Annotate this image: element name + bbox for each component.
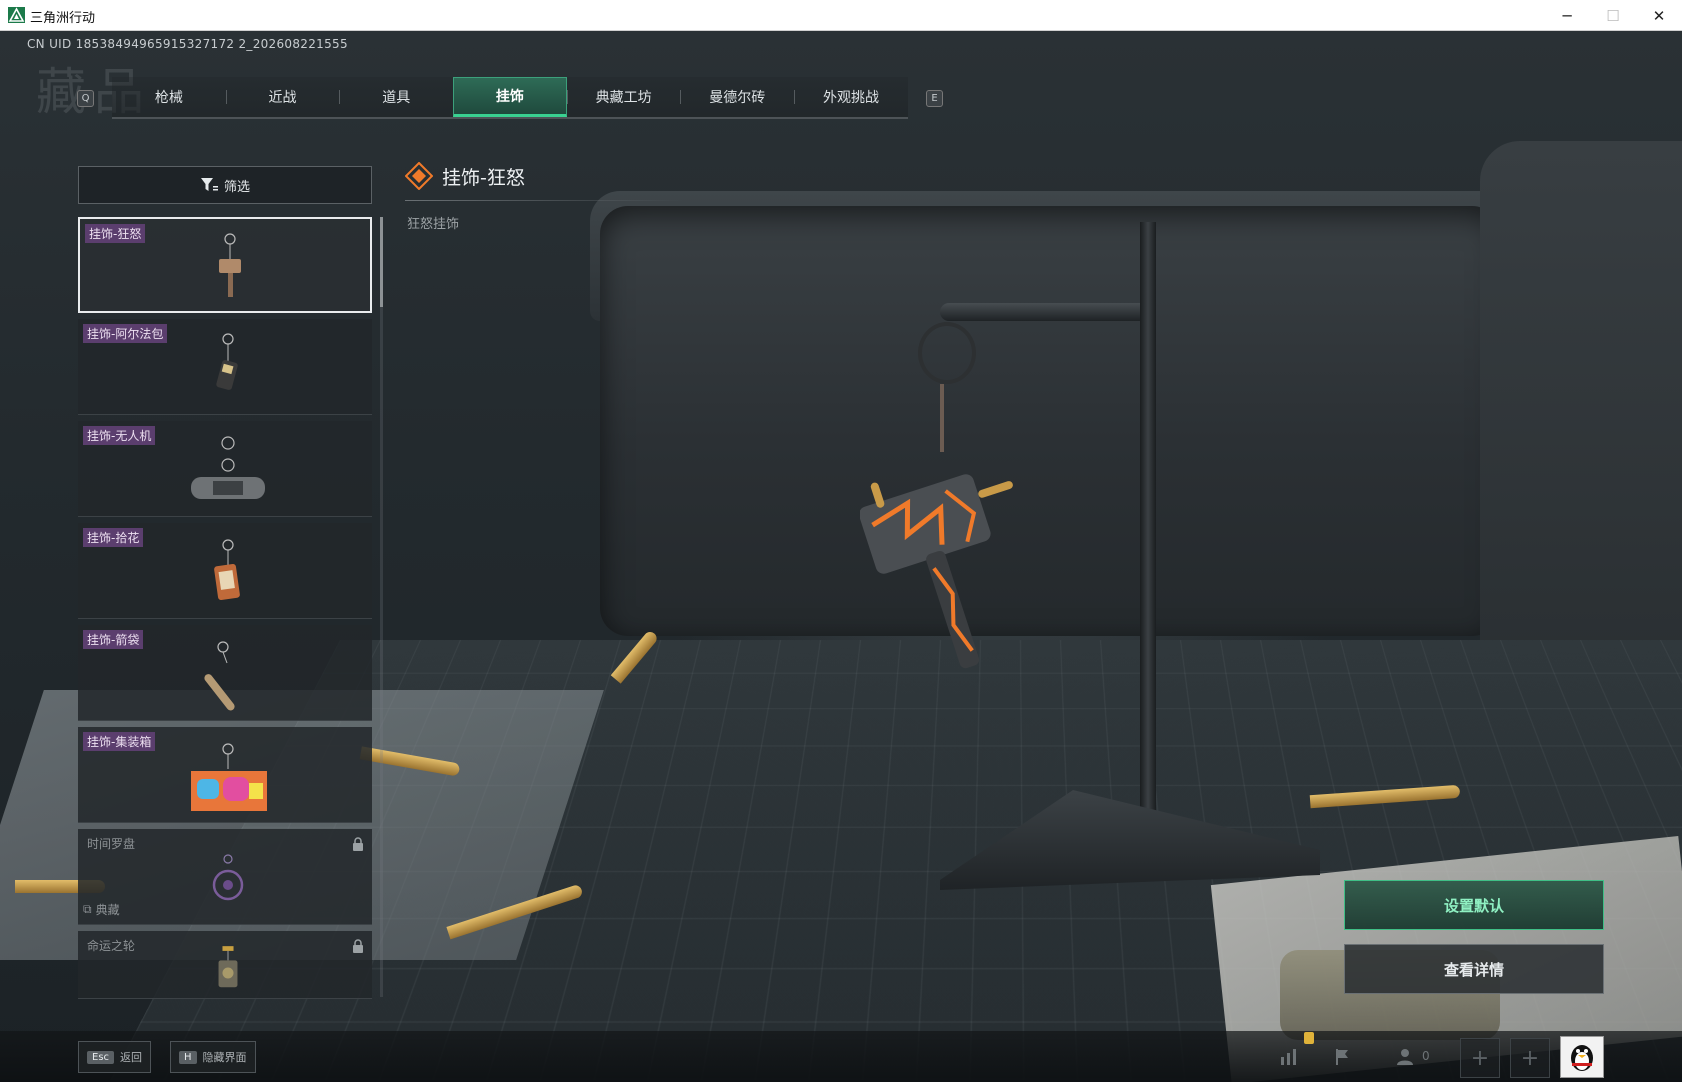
tab-collection-workshop[interactable]: 典藏工坊 <box>566 77 681 117</box>
item-label: 挂饰-阿尔法包 <box>83 324 168 343</box>
penguin-avatar-icon <box>1571 1045 1593 1071</box>
tab-melee[interactable]: 近战 <box>225 77 340 117</box>
prev-tab-key-hint[interactable]: Q <box>77 90 94 107</box>
detail-divider <box>405 200 683 201</box>
list-item[interactable]: 挂饰-箭袋 <box>78 625 372 721</box>
list-item[interactable]: 挂饰-阿尔法包 <box>78 319 372 415</box>
back-label: 返回 <box>120 1051 143 1064</box>
friends-icon[interactable] <box>1388 1040 1422 1074</box>
next-tab-key-hint[interactable]: E <box>926 90 943 107</box>
filter-icon <box>200 178 218 191</box>
list-item[interactable]: 时间罗盘 ⧉ 典藏 <box>78 829 372 925</box>
friends-count: 0 <box>1422 1049 1430 1063</box>
add-party-slot-button[interactable]: + <box>1510 1038 1550 1078</box>
rage-hammer-charm[interactable] <box>860 455 1030 685</box>
item-label: 挂饰-集装箱 <box>83 732 156 751</box>
list-item[interactable]: 挂饰-无人机 <box>78 421 372 517</box>
alpha-pack-charm-thumbnail <box>216 333 238 390</box>
tab-mandel-brick[interactable]: 曼德尔砖 <box>680 77 794 117</box>
flag-icon[interactable] <box>1326 1040 1360 1074</box>
item-label: 时间罗盘 <box>87 837 136 851</box>
weapon-case <box>600 206 1500 636</box>
item-label: 挂饰-无人机 <box>83 426 156 445</box>
warning-badge-icon <box>1304 1032 1314 1044</box>
time-compass-thumbnail <box>212 854 244 901</box>
charm-keyring <box>918 322 976 384</box>
list-item[interactable]: 挂饰-拾花 <box>78 523 372 619</box>
close-button[interactable]: ✕ <box>1636 0 1682 31</box>
tab-appearance-challenge[interactable]: 外观挑战 <box>794 77 908 117</box>
view-details-button[interactable]: 查看详情 <box>1344 944 1604 994</box>
lock-icon <box>353 837 363 851</box>
flower-charm-thumbnail <box>214 539 240 600</box>
player-uid: CN UID 18538494965915327172 2_2026082215… <box>27 37 348 51</box>
item-collection-tag: ⧉ 典藏 <box>83 901 120 918</box>
lock-icon <box>353 939 363 953</box>
tab-props[interactable]: 道具 <box>339 77 453 117</box>
h-key-badge: H <box>179 1050 197 1064</box>
minimize-button[interactable]: ─ <box>1544 0 1590 31</box>
item-label: 挂饰-狂怒 <box>85 224 146 243</box>
collection-label: 典藏 <box>95 903 120 917</box>
item-label: 命运之轮 <box>87 939 136 953</box>
list-scrollbar-thumb[interactable] <box>380 217 383 307</box>
item-detail-subtitle: 狂怒挂饰 <box>407 217 460 232</box>
filter-label: 筛选 <box>223 179 250 195</box>
tab-guns[interactable]: 枪械 <box>112 77 226 117</box>
esc-key-badge: Esc <box>87 1050 115 1064</box>
item-detail-title: 挂饰-狂怒 <box>442 167 525 189</box>
back-button[interactable]: Esc 返回 <box>78 1041 152 1073</box>
filter-button[interactable]: 筛选 <box>78 166 372 204</box>
window-titlebar: 三角洲行动 ─ ☐ ✕ <box>0 0 1682 31</box>
diamond-rank-icon <box>405 162 433 190</box>
list-item[interactable]: 挂饰-狂怒 <box>78 217 372 313</box>
collection-icon: ⧉ <box>83 902 92 916</box>
item-label: 挂饰-拾花 <box>83 528 144 547</box>
rage-hammer-charm-thumbnail <box>219 233 241 297</box>
stats-icon[interactable] <box>1272 1040 1306 1074</box>
tab-charms[interactable]: 挂饰 <box>453 77 567 117</box>
add-party-slot-button[interactable]: + <box>1460 1038 1500 1078</box>
wheel-of-fate-thumbnail <box>218 946 238 988</box>
list-scrollbar[interactable] <box>380 217 383 997</box>
quiver-charm-thumbnail <box>204 641 235 711</box>
delta-force-app-icon <box>8 7 25 23</box>
set-default-button[interactable]: 设置默认 <box>1344 880 1604 930</box>
game-window: 三角洲行动 ─ ☐ ✕ 藏品 CN UID 185384949659153271… <box>0 0 1682 1082</box>
list-item[interactable]: 挂饰-集装箱 <box>78 727 372 823</box>
window-title: 三角洲行动 <box>30 11 96 26</box>
charm-chain <box>940 384 944 452</box>
display-stand-arm <box>940 303 1150 321</box>
category-tabs: 枪械 近战 道具 挂饰 典藏工坊 曼德尔砖 外观挑战 <box>112 77 908 119</box>
player-avatar[interactable] <box>1560 1036 1604 1078</box>
container-charm-thumbnail <box>191 743 267 811</box>
drone-charm-thumbnail <box>191 436 265 499</box>
maximize-button[interactable]: ☐ <box>1590 0 1636 31</box>
hide-ui-button[interactable]: H 隐藏界面 <box>170 1041 256 1073</box>
item-label: 挂饰-箭袋 <box>83 630 144 649</box>
display-stand-pole <box>1140 222 1156 832</box>
list-item[interactable]: 命运之轮 <box>78 931 372 999</box>
hide-ui-label: 隐藏界面 <box>202 1051 247 1064</box>
